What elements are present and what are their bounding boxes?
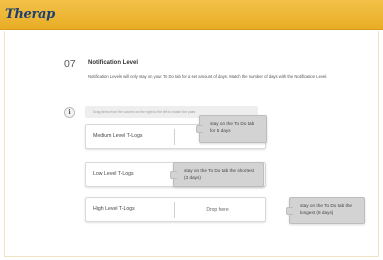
draggable-card-5-days[interactable]: stay on the To Do tab for 5 days — [196, 115, 267, 143]
target-label: High Level T-Logs — [93, 206, 135, 212]
info-icon: i — [64, 107, 75, 118]
therap-logo[interactable]: Therap — [5, 7, 55, 22]
drag-handle[interactable] — [286, 206, 293, 215]
step-number: 07 — [64, 58, 76, 70]
target-high-level: High Level T-Logs Drop here — [85, 197, 266, 222]
step-description: Notification Levels will only stay on yo… — [88, 74, 328, 79]
target-label: Medium Level T-Logs — [93, 133, 143, 139]
card-text: stay on the To Do tab for 5 days — [210, 121, 255, 133]
card-text: stay on the To Do tab the shortest (3 da… — [184, 168, 255, 180]
target-label: Low Level T-Logs — [93, 171, 134, 177]
card-text: stay on the To Do tab the longest (8 day… — [300, 203, 353, 215]
drag-handle[interactable] — [196, 125, 203, 133]
draggable-card-3-days[interactable]: stay on the To Do tab the shortest (3 da… — [170, 162, 264, 187]
drop-zone[interactable]: Drop here — [174, 202, 260, 218]
draggable-card-8-days[interactable]: stay on the To Do tab the longest (8 day… — [286, 197, 365, 224]
step-title: Notification Level — [88, 60, 139, 66]
drag-handle[interactable] — [170, 170, 177, 179]
header-bar: Therap — [0, 0, 383, 30]
